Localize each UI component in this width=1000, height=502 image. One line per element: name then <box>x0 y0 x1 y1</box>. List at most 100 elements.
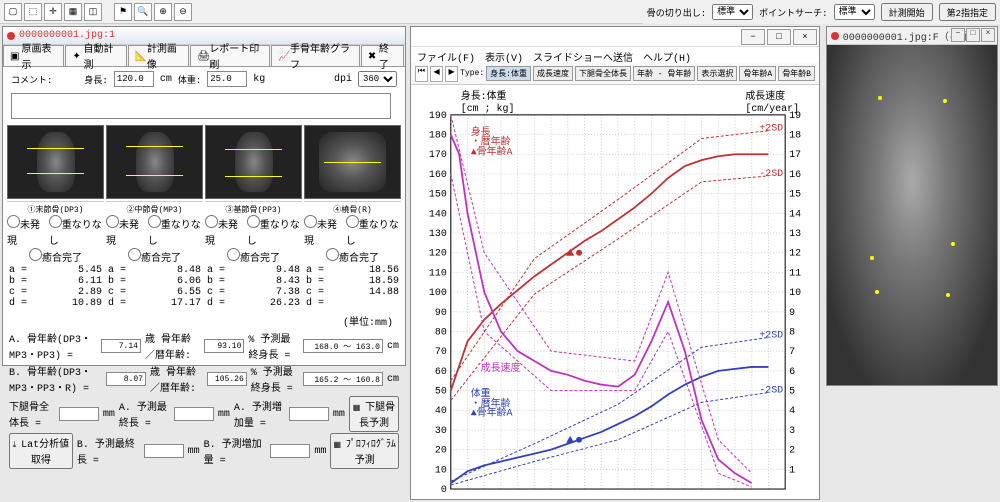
pred-height-a[interactable] <box>303 339 383 353</box>
tool-zoomout-icon[interactable]: ⊖ <box>174 3 192 21</box>
svg-text:6: 6 <box>789 366 795 377</box>
svg-text:5: 5 <box>789 386 795 397</box>
xray-detail-title: 0000000001.jpg:F（-1配置-） − □ × <box>827 27 997 45</box>
xray-thumb-mp3[interactable] <box>106 125 203 199</box>
btn-bone-age-b[interactable]: 骨年齢B <box>778 66 815 81</box>
tool-zoomin-icon[interactable]: ⊕ <box>154 3 172 21</box>
svg-text:70: 70 <box>435 346 447 357</box>
svg-text:160: 160 <box>429 169 447 180</box>
svg-text:+2SD: +2SD <box>759 329 783 340</box>
tool-overlap-icon[interactable]: ◫ <box>84 3 102 21</box>
tab-measure-image[interactable]: 📐計測画像 <box>128 45 189 66</box>
tool-select-icon[interactable]: ▢ <box>4 3 22 21</box>
svg-text:100: 100 <box>429 287 447 298</box>
chart-icon: 📈 <box>278 51 288 61</box>
minimize-button[interactable]: − <box>741 29 765 45</box>
bone-age-b-pct[interactable] <box>207 372 247 386</box>
tab-auto-measure[interactable]: ✦自動計測 <box>65 45 126 66</box>
exit-icon: ✖ <box>368 51 377 61</box>
svg-text:7: 7 <box>789 346 795 357</box>
svg-text:2: 2 <box>789 445 795 456</box>
lower-bone-predict-button[interactable]: ▦ 下腿骨長予測 <box>349 396 399 432</box>
calculation-rows: (単位:mm) A. 骨年齢(DP3・MP3・PP3) = 歳 骨年齢／暦年齢:… <box>3 311 405 472</box>
height-label: 身長: <box>84 73 107 86</box>
pred-inc-b-input[interactable] <box>270 444 310 458</box>
svg-text:110: 110 <box>429 267 447 278</box>
bone-cutout-select[interactable]: 標準 <box>712 4 753 20</box>
svg-text:成長速度: 成長速度 <box>481 361 521 374</box>
btn-display-select[interactable]: 表示選択 <box>697 66 737 81</box>
recording-icon <box>7 32 15 40</box>
first-icon[interactable]: ⏮ <box>415 66 428 82</box>
btn-height-weight[interactable]: 身長:体重 <box>486 66 531 81</box>
btn-age-bone[interactable]: 年齢 - 骨年齢 <box>633 66 695 81</box>
measure-col-3: ④橈骨(R) 未発現重なりなし 癒合完了 a =18.56 b =18.59 c… <box>304 201 401 309</box>
svg-text:10: 10 <box>789 287 801 298</box>
menu-slideshow[interactable]: スライドショーへ送信 <box>533 49 633 61</box>
btn-lower-bone[interactable]: 下腿骨全体長 <box>575 66 631 81</box>
close-button[interactable]: × <box>793 29 817 45</box>
minimize-button[interactable]: − <box>951 28 965 42</box>
menu-file[interactable]: ファイル(F) <box>417 49 475 61</box>
bone-age-a-pct[interactable] <box>204 339 244 353</box>
pred-inc-a-input[interactable] <box>289 407 329 421</box>
bone-age-a-value[interactable] <box>101 339 141 353</box>
xray-thumb-r[interactable] <box>304 125 401 199</box>
start-measure-button[interactable]: 計測開始 <box>881 3 933 21</box>
pred-final-a-input[interactable] <box>174 407 214 421</box>
svg-text:0: 0 <box>441 484 447 495</box>
svg-text:3: 3 <box>789 425 795 436</box>
point-search-select[interactable]: 標準 <box>834 4 875 20</box>
prev-icon[interactable]: ◀ <box>430 66 443 82</box>
tool-flag-icon[interactable]: ⚑ <box>114 3 132 21</box>
profilogram-button[interactable]: ▦ ﾌﾟﾛﾌｨﾛｸﾞﾗﾑ予測 <box>330 433 399 469</box>
height-input[interactable] <box>114 71 154 87</box>
svg-text:130: 130 <box>429 228 447 239</box>
svg-text:1: 1 <box>789 464 795 475</box>
bone-age-b-value[interactable] <box>106 372 146 386</box>
xray-detail-image[interactable] <box>827 45 997 385</box>
measure-col-2: ③基節骨(PP3) 未発現重なりなし 癒合完了 a =9.48 b =8.43 … <box>205 201 302 309</box>
measure-col-0: ①末節骨(DP3) 未発現重なりなし 癒合完了 a =5.45 b =6.11 … <box>7 201 104 309</box>
weight-input[interactable] <box>207 71 247 87</box>
lower-body-label: 下腿骨全体長 = <box>9 398 55 430</box>
btn-bone-age-a[interactable]: 骨年齢A <box>739 66 776 81</box>
menu-view[interactable]: 表示(V) <box>485 49 523 61</box>
unit-mm-label: (単位:mm) <box>343 318 393 329</box>
svg-text:17: 17 <box>789 149 801 160</box>
svg-text:11: 11 <box>789 267 801 278</box>
tool-crosshair-icon[interactable]: ✛ <box>44 3 62 21</box>
next-icon[interactable]: ▶ <box>445 66 458 82</box>
tool-grid-icon[interactable]: ▦ <box>64 3 82 21</box>
second-specify-button[interactable]: 第2指指定 <box>939 3 996 21</box>
pred-height-b[interactable] <box>303 372 383 386</box>
svg-text:10: 10 <box>435 464 447 475</box>
chart-menu: ファイル(F) 表示(V) スライドショーへ送信 ヘルプ(H) <box>411 47 819 63</box>
svg-text:[cm ; kg]: [cm ; kg] <box>461 103 515 114</box>
close-button[interactable]: × <box>981 28 995 42</box>
xray-thumb-dp3[interactable] <box>7 125 104 199</box>
chart-window: − □ × ファイル(F) 表示(V) スライドショーへ送信 ヘルプ(H) ⏮ … <box>410 26 820 500</box>
dpi-select[interactable]: 360 <box>358 71 397 87</box>
svg-text:180: 180 <box>429 130 447 141</box>
pred-final-b-input[interactable] <box>144 444 184 458</box>
tool-zoom-icon[interactable]: 🔍 <box>134 3 152 21</box>
bone-cutout-label: 骨の切り出し: <box>647 6 706 19</box>
tab-original-image[interactable]: ▣原画表示 <box>3 45 64 66</box>
lat-analysis-button[interactable]: ⤓ Lat分析値取得 <box>9 433 73 469</box>
btn-growth-rate[interactable]: 成長速度 <box>533 66 573 81</box>
analysis-tabs: ▣原画表示 ✦自動計測 📐計測画像 🖨レポート印刷 📈手骨年齢グラフ ✖終了 <box>3 45 405 67</box>
lower-body-input[interactable] <box>59 407 99 421</box>
menu-help[interactable]: ヘルプ(H) <box>643 49 691 61</box>
tab-bone-age-graph[interactable]: 📈手骨年齢グラフ <box>271 45 360 66</box>
svg-text:+2SD: +2SD <box>759 123 783 134</box>
maximize-button[interactable]: □ <box>767 29 791 45</box>
svg-text:身長:体重: 身長:体重 <box>461 89 507 102</box>
xray-thumb-pp3[interactable] <box>205 125 302 199</box>
tab-exit[interactable]: ✖終了 <box>361 45 404 66</box>
maximize-button[interactable]: □ <box>966 28 980 42</box>
comment-textarea[interactable] <box>11 93 391 119</box>
tab-report-print[interactable]: 🖨レポート印刷 <box>190 45 270 66</box>
xray-thumbnails <box>3 125 405 199</box>
tool-dotrect-icon[interactable]: ⬚ <box>24 3 42 21</box>
